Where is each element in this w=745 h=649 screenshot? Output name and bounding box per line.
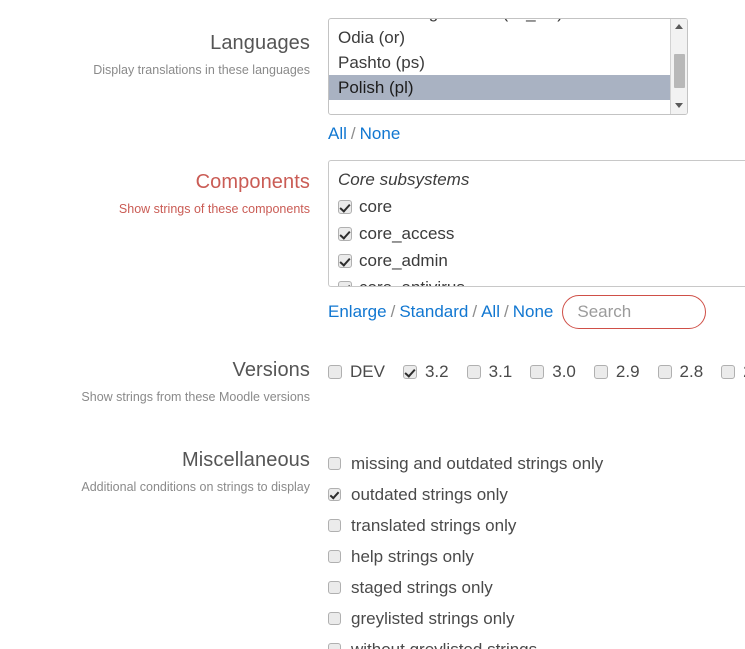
version-item[interactable]: 3.2 [402,362,449,382]
version-checkbox[interactable] [466,365,481,379]
components-group-heading: Core subsystems [338,170,470,189]
languages-control: Occitan Lengadocian (oc_lnc) Odia (or) P… [328,18,688,145]
miscellaneous-item[interactable]: staged strings only [328,572,603,603]
version-checkbox[interactable] [721,365,736,379]
miscellaneous-label-block: Miscellaneous Additional conditions on s… [0,448,310,495]
components-help-text: Show strings of these components [118,202,310,216]
components-search-input[interactable] [562,295,707,329]
components-enlarge-link[interactable]: Enlarge [328,302,387,321]
component-list-item[interactable]: core_antivirus [338,274,745,287]
miscellaneous-checkbox[interactable] [328,519,341,532]
version-item[interactable]: 2.8 [657,362,704,382]
versions-label: Versions [232,359,310,381]
link-separator: / [472,302,478,321]
miscellaneous-label-text: translated strings only [351,515,517,535]
link-separator: / [390,302,396,321]
version-checkbox[interactable] [530,365,545,379]
components-control: Core subsystems core core_access core_ad… [328,160,745,329]
components-select-all-link[interactable]: All [481,302,500,321]
languages-listbox[interactable]: Occitan Lengadocian (oc_lnc) Odia (or) P… [328,18,688,115]
miscellaneous-label-text: greylisted strings only [351,608,515,628]
miscellaneous-checkbox[interactable] [328,581,341,594]
components-select-none-link[interactable]: None [513,302,554,321]
miscellaneous-item[interactable]: outdated strings only [328,479,603,510]
miscellaneous-checkbox[interactable] [328,643,341,649]
version-checkbox[interactable] [657,365,672,379]
language-option[interactable]: Odia (or) [329,25,669,50]
components-link-set: Enlarge / Standard / All / None [328,301,553,323]
scroll-down-arrow-icon[interactable] [671,98,687,114]
miscellaneous-item[interactable]: greylisted strings only [328,603,603,634]
language-option-selected[interactable]: Polish (pl) [329,75,678,100]
miscellaneous-item[interactable]: help strings only [328,541,603,572]
miscellaneous-label-text: without greylisted strings [351,639,538,649]
languages-scrollbar[interactable] [670,19,687,114]
miscellaneous-checkbox[interactable] [328,457,341,470]
version-item[interactable]: DEV [328,362,385,382]
miscellaneous-label-text: outdated strings only [351,484,508,504]
version-label: 3.2 [424,362,449,381]
miscellaneous-label-text: missing and outdated strings only [351,453,604,473]
miscellaneous-label-text: staged strings only [351,577,493,597]
scrollbar-thumb[interactable] [674,54,685,88]
version-item[interactable]: 2.9 [593,362,640,382]
miscellaneous-label-text: help strings only [351,546,474,566]
component-list-item[interactable]: core_access [338,220,745,247]
version-label: 2.8 [679,362,704,381]
languages-label: Languages [210,32,310,54]
component-name: core_admin [359,250,448,270]
link-separator: / [503,302,509,321]
version-label: 3.1 [488,362,513,381]
miscellaneous-help-text: Additional conditions on strings to disp… [81,480,310,494]
version-label: DEV [350,362,385,381]
component-checkbox[interactable] [338,253,352,268]
scroll-up-arrow-icon[interactable] [671,19,687,35]
miscellaneous-checkbox[interactable] [328,550,341,563]
languages-select-none-link[interactable]: None [360,124,401,143]
versions-help-text: Show strings from these Moodle versions [81,390,310,404]
version-label: 2.9 [615,362,640,381]
components-label-block: Components Show strings of these compone… [0,170,310,217]
languages-select-all-link[interactable]: All [328,124,347,143]
component-list-item[interactable]: core_admin [338,247,745,274]
version-checkbox[interactable] [593,365,608,379]
component-name: core [359,196,393,216]
component-checkbox[interactable] [338,199,352,214]
components-listbox[interactable]: Core subsystems core core_access core_ad… [328,160,745,287]
link-separator: / [350,124,356,143]
components-standard-link[interactable]: Standard [399,302,468,321]
component-list-item[interactable]: core [338,193,745,220]
languages-help-text: Display translations in these languages [93,63,310,77]
filter-form-page: Languages Display translations in these … [0,0,745,649]
miscellaneous-label: Miscellaneous [181,449,310,471]
component-checkbox[interactable] [338,280,352,286]
versions-label-block: Versions Show strings from these Moodle … [0,358,310,405]
language-option[interactable]: Occitan Lengadocian (oc_lnc) [329,19,669,25]
version-label: 3.0 [552,362,576,381]
version-checkbox[interactable] [328,365,342,379]
language-option[interactable]: Pashto (ps) [329,50,669,75]
version-checkbox[interactable] [402,365,417,379]
version-item[interactable]: 3.1 [466,362,513,382]
components-label: Components [195,171,310,193]
component-checkbox[interactable] [338,226,352,241]
components-actions-row: Enlarge / Standard / All / None [328,295,745,329]
components-search-wrapper [562,295,707,329]
miscellaneous-item[interactable]: without greylisted strings [328,634,603,649]
component-name: core_access [359,223,455,243]
versions-checkbox-group: DEV 3.2 3.1 3.0 2.9 2.8 [328,362,745,382]
component-name: core_antivirus [359,277,465,287]
languages-option-list: Occitan Lengadocian (oc_lnc) Odia (or) P… [329,19,678,100]
languages-link-set: All / None [328,123,688,145]
miscellaneous-control: missing and outdated strings only outdat… [328,448,603,649]
versions-control: DEV 3.2 3.1 3.0 2.9 2.8 [328,362,745,382]
miscellaneous-checkbox[interactable] [328,612,341,625]
miscellaneous-checkbox[interactable] [328,488,341,501]
miscellaneous-item[interactable]: translated strings only [328,510,603,541]
miscellaneous-item[interactable]: missing and outdated strings only [328,448,603,479]
version-item[interactable]: 3.0 [530,362,576,382]
version-item[interactable]: 2 [721,362,745,382]
languages-label-block: Languages Display translations in these … [0,31,310,78]
